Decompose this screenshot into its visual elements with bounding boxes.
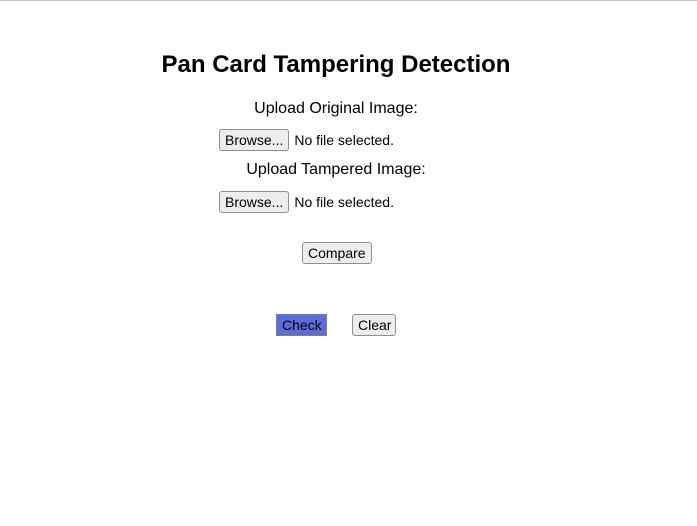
top-divider — [0, 0, 697, 1]
original-file-status: No file selected. — [294, 132, 394, 148]
tampered-browse-button[interactable]: Browse... — [219, 191, 290, 213]
check-button[interactable]: Check — [276, 314, 327, 336]
tampered-file-input[interactable]: Browse... No file selected. — [219, 191, 394, 213]
page: Pan Card Tampering Detection Upload Orig… — [0, 0, 697, 526]
page-title: Pan Card Tampering Detection — [161, 51, 511, 78]
compare-button[interactable]: Compare — [302, 242, 372, 264]
original-file-input[interactable]: Browse... No file selected. — [219, 129, 394, 151]
original-image-label: Upload Original Image: — [254, 100, 418, 117]
original-browse-button[interactable]: Browse... — [219, 129, 290, 151]
clear-button[interactable]: Clear — [352, 314, 396, 336]
tampered-image-label: Upload Tampered Image: — [246, 161, 426, 178]
tampered-file-status: No file selected. — [294, 194, 394, 210]
